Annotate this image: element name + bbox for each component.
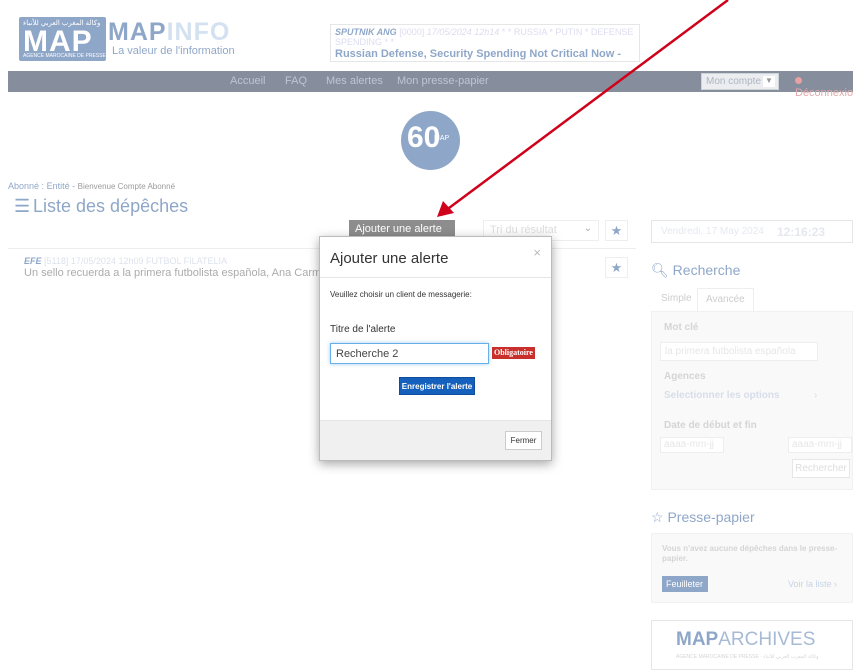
arrow-shaft bbox=[448, 0, 729, 210]
arrow-head bbox=[437, 201, 454, 217]
annotation-arrow-icon bbox=[437, 0, 729, 217]
